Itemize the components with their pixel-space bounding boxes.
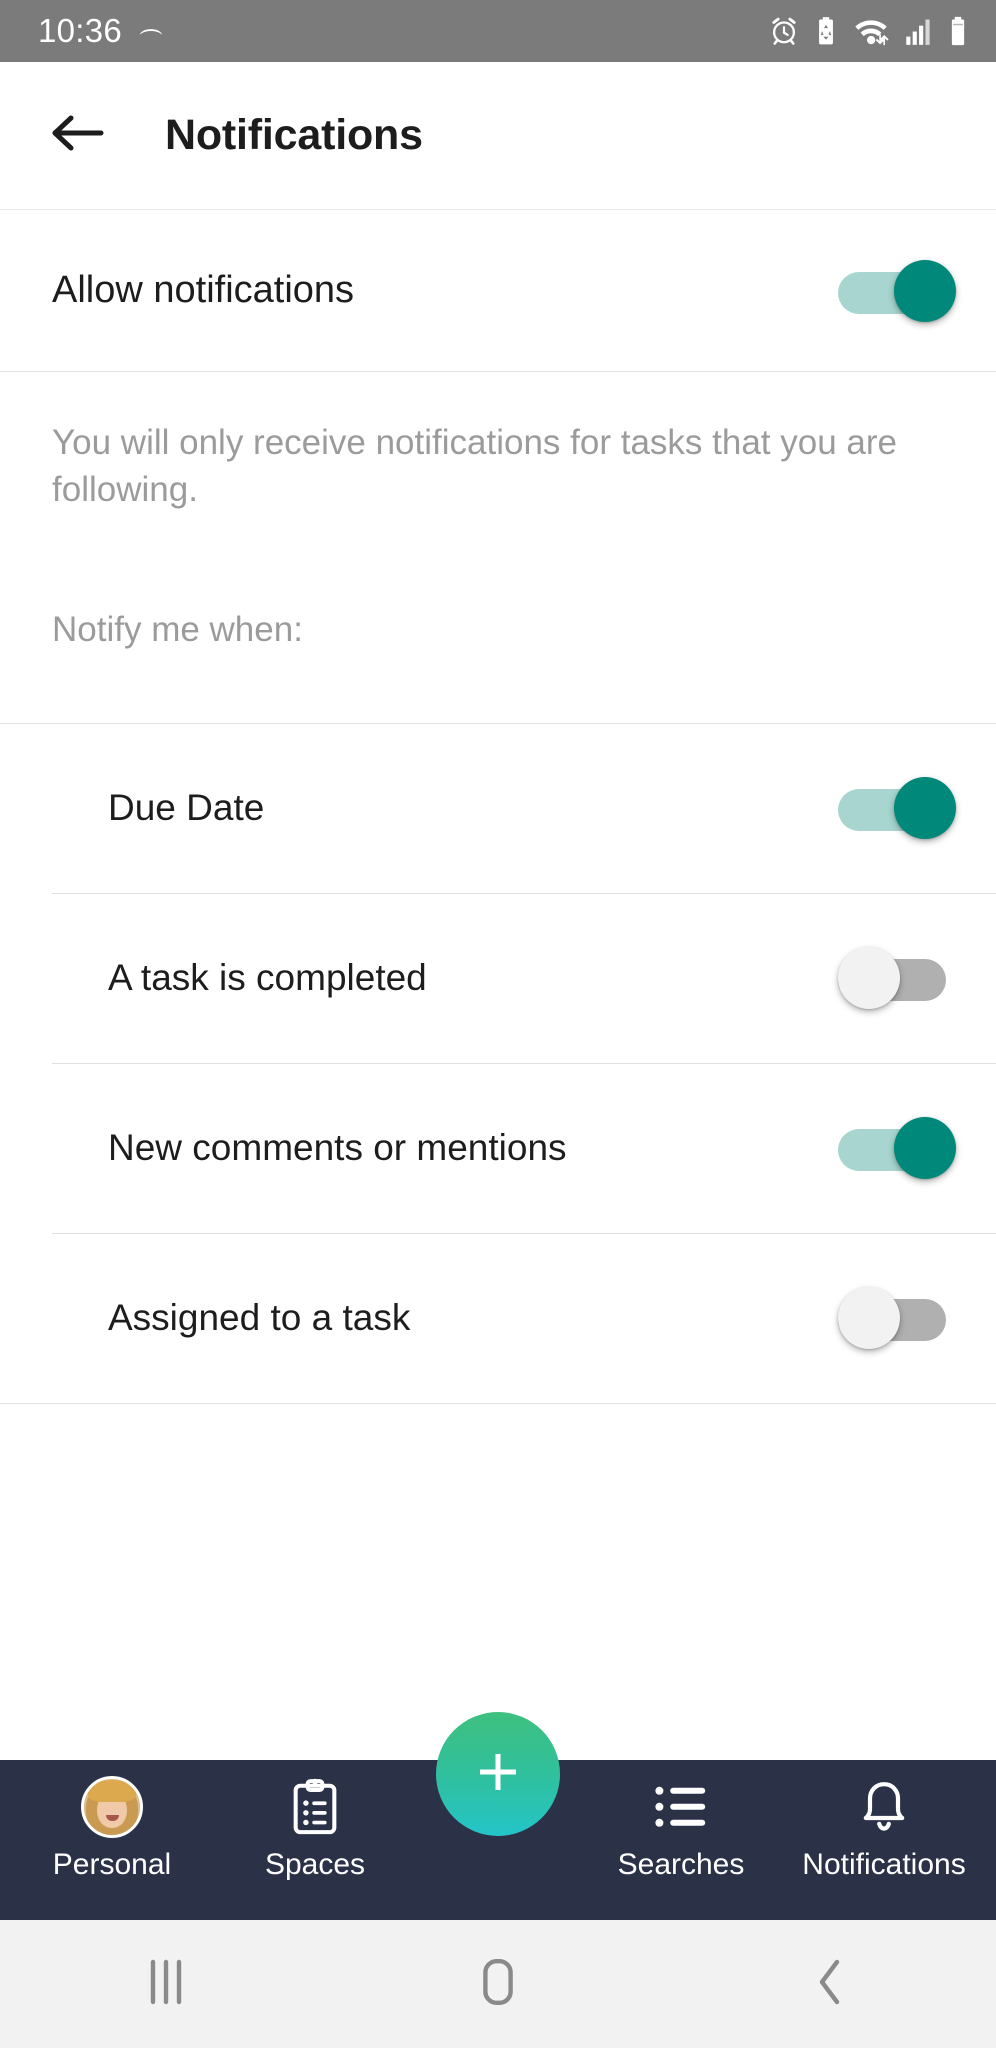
signal-bars-icon — [903, 15, 933, 47]
toggle-thumb — [838, 1287, 900, 1350]
recents-icon — [143, 1954, 189, 2015]
nav-item-personal[interactable]: Personal — [12, 1760, 212, 1882]
back-arrow-icon — [51, 110, 107, 161]
setting-label: Due Date — [108, 787, 265, 829]
assigned-task-toggle[interactable] — [838, 1287, 956, 1350]
avatar — [81, 1776, 143, 1838]
phone-screen: 10:36 Notifications Allow notifications … — [0, 0, 996, 2048]
page-title: Notifications — [165, 111, 423, 159]
helper-text: You will only receive notifications for … — [52, 423, 897, 509]
setting-row-due-date[interactable]: Due Date — [0, 723, 996, 893]
setting-row-task-completed[interactable]: A task is completed — [0, 893, 996, 1063]
recents-button[interactable] — [76, 1920, 256, 2048]
helper-text-block: You will only receive notifications for … — [0, 372, 996, 514]
home-icon — [475, 1954, 521, 2015]
add-button-fab[interactable] — [436, 1712, 560, 1836]
nav-item-spaces[interactable]: Spaces — [215, 1760, 415, 1882]
home-button[interactable] — [408, 1920, 588, 2048]
toggle-thumb — [838, 947, 900, 1010]
notify-section-label: Notify me when: — [52, 609, 303, 649]
notify-section-header: Notify me when: — [0, 514, 996, 724]
nav-item-searches[interactable]: Searches — [581, 1760, 781, 1882]
clipboard-list-icon — [289, 1776, 341, 1838]
setting-row-assigned-task[interactable]: Assigned to a task — [0, 1233, 996, 1403]
nav-label: Searches — [617, 1848, 745, 1881]
back-button[interactable] — [48, 105, 110, 167]
app-header: Notifications — [0, 62, 996, 210]
bell-icon — [858, 1776, 910, 1838]
setting-label: New comments or mentions — [108, 1127, 567, 1169]
status-bar-clock: 10:36 — [38, 12, 123, 49]
wifi-transfer-icon — [852, 15, 890, 47]
toggle-thumb — [894, 1117, 956, 1180]
battery-icon — [946, 15, 970, 47]
allow-notifications-label: Allow notifications — [52, 269, 355, 311]
avatar-hair-front — [88, 1780, 136, 1802]
moon-crescent-icon — [136, 16, 166, 46]
android-status-bar: 10:36 — [0, 0, 996, 62]
allow-notifications-toggle[interactable] — [838, 259, 956, 322]
setting-label: A task is completed — [108, 957, 427, 999]
toggle-thumb — [894, 777, 956, 840]
allow-notifications-row[interactable]: Allow notifications — [0, 210, 996, 372]
task-completed-toggle[interactable] — [838, 947, 956, 1010]
user-avatar-icon — [81, 1776, 143, 1838]
setting-label: Assigned to a task — [108, 1297, 411, 1339]
nav-label: Spaces — [264, 1848, 366, 1881]
list-divider — [0, 1402, 996, 1404]
status-bar-right — [768, 15, 970, 47]
plus-icon — [466, 1740, 530, 1809]
nav-label: Personal — [52, 1848, 172, 1881]
back-chevron-icon — [807, 1954, 853, 2015]
due-date-toggle[interactable] — [838, 777, 956, 840]
list-bullet-icon — [653, 1776, 709, 1838]
android-system-nav — [0, 1920, 996, 2048]
settings-content: Allow notifications You will only receiv… — [0, 210, 996, 1760]
alarm-clock-icon — [768, 15, 800, 47]
status-bar-left: 10:36 — [38, 12, 166, 50]
nav-label: Notifications — [802, 1848, 966, 1881]
new-comments-toggle[interactable] — [838, 1117, 956, 1180]
setting-row-new-comments[interactable]: New comments or mentions — [0, 1063, 996, 1233]
back-button-system[interactable] — [740, 1920, 920, 2048]
notification-settings-list: Due Date A task is completed New comment… — [0, 723, 996, 1404]
battery-saver-icon — [813, 15, 839, 47]
nav-item-notifications[interactable]: Notifications — [784, 1760, 984, 1882]
toggle-thumb — [894, 259, 956, 322]
bottom-navigation-bar: Personal Spaces Searches Notifications — [0, 1712, 996, 1920]
